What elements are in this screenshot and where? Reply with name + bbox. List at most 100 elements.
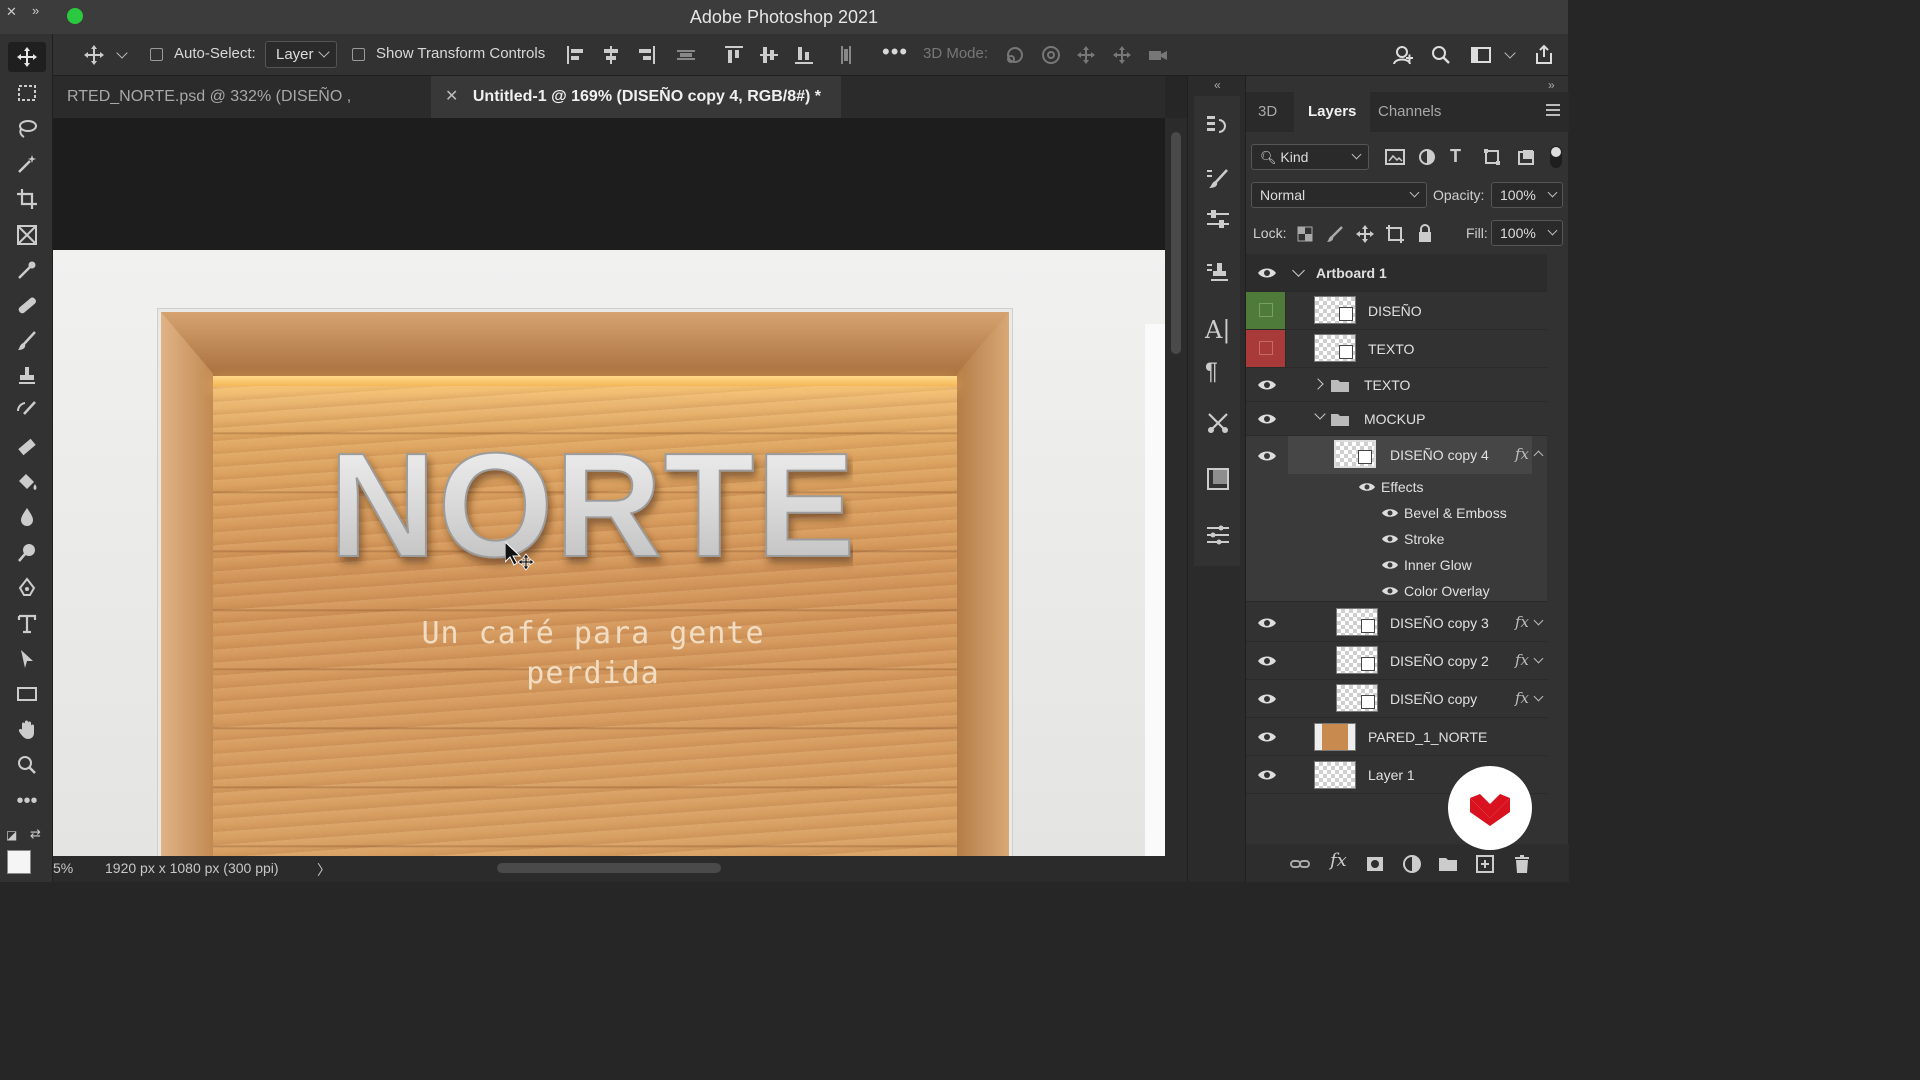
3d-camera-icon[interactable] — [1146, 43, 1170, 67]
layer-color-tag-green[interactable] — [1246, 292, 1286, 329]
type-tool[interactable] — [12, 609, 42, 639]
chevron-down-icon[interactable] — [1314, 408, 1326, 420]
layer-row-diseno-copy-2[interactable]: DISEÑO copy 2 fx — [1246, 642, 1547, 680]
tab-channels[interactable]: Channels — [1378, 92, 1441, 132]
horizontal-scroll-thumb[interactable] — [497, 863, 721, 873]
eye-icon[interactable] — [1381, 559, 1399, 571]
filter-toggle[interactable] — [1550, 146, 1562, 168]
eraser-tool[interactable] — [12, 432, 42, 462]
trash-icon[interactable] — [1512, 854, 1532, 874]
blur-tool[interactable] — [12, 502, 42, 532]
pen-tool[interactable] — [12, 573, 42, 603]
eye-icon[interactable] — [1257, 378, 1277, 392]
fx-icon[interactable]: fx — [1515, 613, 1529, 631]
chevron-down-icon[interactable] — [1533, 691, 1544, 702]
3d-slide-icon[interactable] — [1110, 43, 1134, 67]
history-brush-tool[interactable] — [12, 396, 42, 426]
eye-icon[interactable] — [1257, 266, 1277, 280]
3d-orbit-icon[interactable] — [1003, 43, 1027, 67]
pixel-filter-icon[interactable] — [1385, 148, 1405, 166]
lock-position-icon[interactable] — [1355, 224, 1375, 244]
character-panel-icon[interactable]: A| — [1205, 316, 1231, 344]
eye-icon[interactable] — [1381, 533, 1399, 545]
link-layers-icon[interactable] — [1290, 854, 1310, 874]
tab-3d[interactable]: 3D — [1258, 92, 1277, 132]
type-filter-icon[interactable]: T — [1450, 146, 1461, 167]
fx-icon[interactable]: fx — [1515, 445, 1529, 463]
adjustments-sliders-icon[interactable] — [1205, 206, 1231, 232]
history-panel-icon[interactable] — [1205, 112, 1231, 138]
workspace-icon[interactable] — [1469, 43, 1493, 67]
distribute-icon[interactable] — [674, 43, 698, 67]
move-tool-preset-icon[interactable] — [82, 43, 106, 67]
align-top-icon[interactable] — [722, 43, 746, 67]
adjustment-filter-icon[interactable] — [1418, 148, 1436, 166]
new-adjustment-icon[interactable] — [1402, 854, 1422, 874]
chevron-down-icon[interactable] — [1292, 264, 1305, 277]
brush-tool[interactable] — [12, 326, 42, 356]
layer-row-diseno-copy-4[interactable]: DISEÑO copy 4 fx Effects Bevel & Emboss … — [1246, 436, 1547, 602]
paragraph-panel-icon[interactable]: ¶ — [1205, 358, 1231, 385]
eyedropper-tool[interactable] — [12, 255, 42, 285]
align-middle-icon[interactable] — [757, 43, 781, 67]
swap-colors-icon[interactable]: ⇄ — [30, 826, 41, 842]
eye-icon[interactable] — [1358, 481, 1376, 493]
layer-row-diseno[interactable]: DISEÑO — [1246, 292, 1547, 330]
more-options-icon[interactable]: ••• — [882, 39, 908, 65]
move-tool[interactable] — [8, 42, 46, 72]
properties-sliders-icon[interactable] — [1205, 522, 1231, 548]
collapse-left-icon[interactable]: « — [1214, 78, 1221, 92]
align-right-icon[interactable] — [634, 43, 658, 67]
user-icon[interactable] — [1391, 43, 1415, 67]
marquee-tool[interactable] — [12, 78, 42, 108]
layer-row-texto[interactable]: TEXTO — [1246, 330, 1547, 368]
add-mask-icon[interactable] — [1365, 854, 1385, 874]
eye-icon[interactable] — [1257, 616, 1277, 630]
zoom-level[interactable]: 5% — [53, 860, 73, 876]
chevron-up-icon[interactable] — [1533, 450, 1544, 461]
layer-row-diseno-copy-3[interactable]: DISEÑO copy 3 fx — [1246, 604, 1547, 642]
magic-wand-tool[interactable] — [12, 149, 42, 179]
chevron-down-icon[interactable] — [1533, 653, 1544, 664]
opacity-field[interactable]: 100% — [1491, 182, 1563, 208]
tab-untitled-1[interactable]: ✕ Untitled-1 @ 169% (DISEÑO copy 4, RGB/… — [431, 76, 841, 118]
brush-settings-icon[interactable] — [1205, 166, 1231, 192]
more-tools-icon[interactable]: ••• — [12, 786, 42, 816]
lock-pixels-icon[interactable] — [1326, 225, 1344, 243]
3d-roll-icon[interactable] — [1039, 43, 1063, 67]
canvas-area[interactable]: NORTE Un café para gente perdida — [53, 118, 1165, 856]
lock-artboard-icon[interactable] — [1385, 224, 1405, 244]
tagline-line-1[interactable]: Un café para gente — [353, 616, 833, 651]
eye-icon[interactable] — [1257, 768, 1277, 782]
fx-icon[interactable]: fx — [1515, 689, 1529, 707]
lasso-tool[interactable] — [12, 114, 42, 144]
show-transform-checkbox[interactable] — [352, 48, 365, 61]
zoom-tool[interactable] — [12, 750, 42, 780]
smart-object-filter-icon[interactable] — [1517, 148, 1535, 166]
tab-layers[interactable]: Layers — [1294, 92, 1371, 132]
layer-row-texto-group[interactable]: TEXTO — [1246, 368, 1547, 402]
new-group-folder-icon[interactable] — [1438, 854, 1458, 874]
eye-icon[interactable] — [1257, 692, 1277, 706]
stamp-tool[interactable] — [12, 361, 42, 391]
share-icon[interactable] — [1532, 43, 1556, 67]
effect-bevel-emboss[interactable]: Bevel & Emboss — [1404, 505, 1507, 521]
layer-color-tag-red[interactable] — [1246, 330, 1286, 367]
new-layer-icon[interactable] — [1475, 854, 1495, 874]
crop-tool[interactable] — [12, 184, 42, 214]
distribute-vertical-icon[interactable] — [834, 43, 858, 67]
hand-tool[interactable] — [12, 715, 42, 745]
status-menu-arrow-icon[interactable]: 〉 — [317, 860, 331, 880]
chevron-down-icon[interactable] — [116, 47, 128, 59]
tool-presets-icon[interactable] — [1205, 410, 1231, 436]
eye-icon[interactable] — [1257, 412, 1277, 426]
frame-tool[interactable] — [12, 220, 42, 250]
path-selection-tool[interactable] — [12, 644, 42, 674]
paint-bucket-tool[interactable] — [12, 467, 42, 497]
eye-icon[interactable] — [1257, 730, 1277, 744]
tagline-line-2[interactable]: perdida — [353, 656, 833, 691]
fx-icon[interactable]: fx — [1515, 651, 1529, 669]
panel-menu-icon[interactable] — [1546, 104, 1560, 116]
headline-text[interactable]: NORTE — [333, 434, 853, 574]
healing-brush-tool[interactable] — [12, 290, 42, 320]
